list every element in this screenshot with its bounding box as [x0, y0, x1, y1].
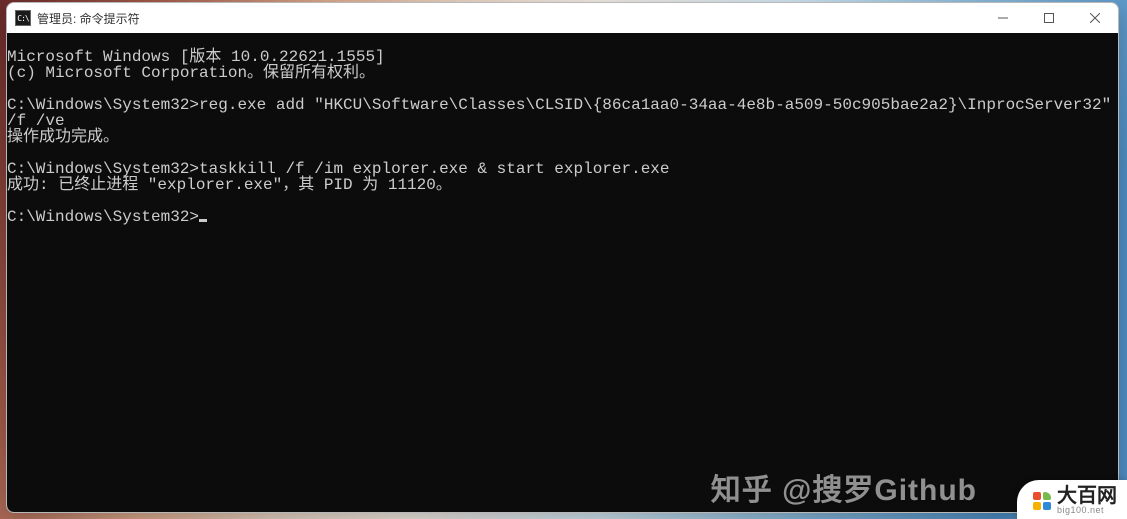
window-title: 管理员: 命令提示符	[37, 10, 140, 27]
cmd-window: C:\ 管理员: 命令提示符 Microsoft Windows [版本 10.…	[6, 2, 1119, 513]
maximize-button[interactable]	[1026, 3, 1072, 33]
desktop-background: C:\ 管理员: 命令提示符 Microsoft Windows [版本 10.…	[0, 0, 1127, 519]
cursor	[199, 219, 207, 222]
maximize-icon	[1044, 13, 1054, 23]
terminal-line: C:\Windows\System32>reg.exe add "HKCU\So…	[7, 96, 1118, 130]
close-button[interactable]	[1072, 3, 1118, 33]
terminal-prompt-current: C:\Windows\System32>	[7, 208, 207, 226]
zhihu-watermark: 知乎 @搜罗Github	[711, 465, 977, 509]
banner-copyright: (c) Microsoft Corporation。保留所有权利。	[7, 64, 375, 82]
dabai-watermark: 大百网 big100.net	[1017, 480, 1127, 519]
close-icon	[1090, 13, 1100, 23]
terminal-line: 操作成功完成。	[7, 128, 119, 146]
cmd-icon: C:\	[15, 10, 31, 26]
dabai-logo-icon	[1033, 492, 1051, 510]
dabai-name-en: big100.net	[1057, 506, 1117, 515]
minimize-button[interactable]	[980, 3, 1026, 33]
dabai-name-cn: 大百网	[1057, 486, 1117, 506]
minimize-icon	[998, 13, 1008, 23]
terminal-line: 成功: 已终止进程 "explorer.exe"，其 PID 为 11120。	[7, 176, 452, 194]
terminal-output[interactable]: Microsoft Windows [版本 10.0.22621.1555] (…	[7, 33, 1118, 512]
titlebar[interactable]: C:\ 管理员: 命令提示符	[7, 3, 1118, 33]
